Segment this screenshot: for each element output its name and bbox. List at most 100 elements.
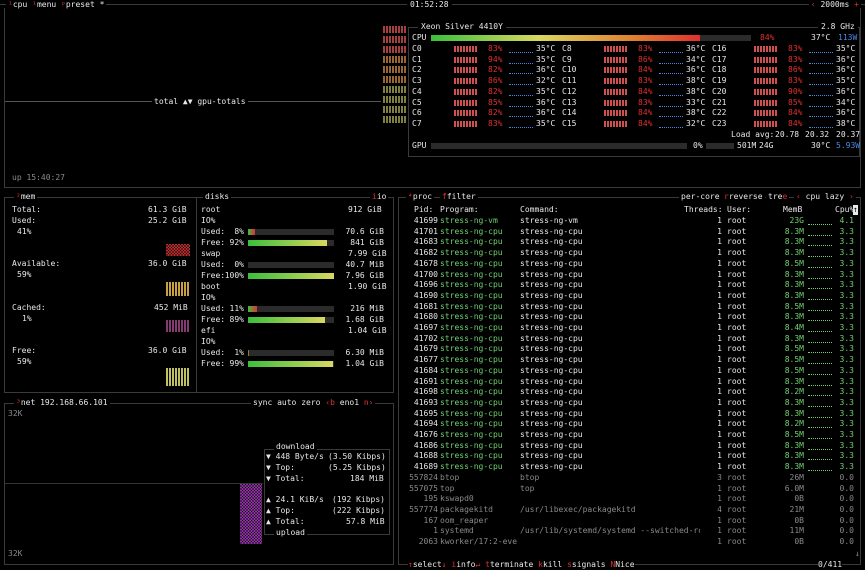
gpu-temp: 30°C — [811, 141, 831, 150]
row-pid: 41680 — [413, 312, 438, 322]
row-mem: 8.3M — [784, 269, 804, 279]
proc-tree[interactable]: tree — [766, 192, 790, 202]
row-threads: 1 — [717, 419, 722, 429]
disk-free-label: Free: — [201, 359, 226, 368]
col-user[interactable]: User: — [727, 205, 751, 215]
row-threads: 3 — [717, 472, 722, 482]
mem-total-label: Total: — [12, 205, 41, 214]
core-graph — [754, 110, 778, 117]
row-command: btop — [520, 472, 540, 482]
net-ul-total-row: ▲ Total: — [266, 517, 305, 526]
proc-scroll-down[interactable]: ↓ — [855, 549, 860, 559]
row-threads: 1 — [717, 462, 722, 472]
row-program: stress-ng-cpu — [440, 269, 503, 279]
row-user: root — [727, 376, 747, 386]
core-label: C21 — [712, 97, 727, 107]
net-ul-top-row: ▲ Top: — [266, 506, 295, 515]
mem-cached-graph — [166, 320, 190, 332]
row-cpu: 3.3 — [839, 290, 854, 300]
col-cpu[interactable]: Cpu% — [835, 205, 854, 215]
core-label: C6 — [412, 108, 422, 118]
core-temp: 35°C — [836, 76, 856, 86]
row-cpu-graph — [808, 405, 832, 407]
core-pct: 82% — [488, 108, 503, 118]
row-user: root — [727, 419, 747, 429]
core-temp-graph — [659, 105, 683, 107]
disk-used-label: Used: — [201, 260, 226, 269]
core-temp: 33°C — [686, 97, 706, 107]
net-sync[interactable]: sync — [253, 398, 272, 407]
proc-scroll-up[interactable]: ↑ — [853, 205, 858, 215]
row-cpu-graph — [808, 255, 832, 258]
row-threads: 1 — [717, 226, 722, 236]
cpu-mini-graph — [383, 96, 407, 103]
proc-reverse[interactable]: rreverse — [722, 192, 765, 202]
row-user: root — [727, 226, 747, 236]
core-pct: 84% — [638, 65, 653, 75]
net-scale-bottom: 32K — [8, 549, 23, 558]
row-user: root — [727, 355, 747, 365]
col-program[interactable]: Program: — [440, 205, 479, 215]
core-temp: 35°C — [536, 44, 556, 53]
row-user: root — [727, 408, 747, 418]
cpu-graph-mode[interactable]: total ▲▼ gpu-totals — [152, 97, 248, 107]
core-temp-graph — [509, 105, 533, 107]
gpu-mem: 501M — [737, 141, 757, 150]
row-cpu-graph — [808, 298, 832, 300]
net-title[interactable]: ³net 192.168.66.101 — [14, 398, 110, 408]
core-label: C10 — [562, 65, 577, 75]
proc-filter[interactable]: ffilter — [440, 192, 478, 202]
load-avg-1: 20.78 — [775, 130, 800, 139]
core-pct: 83% — [488, 118, 503, 128]
net-download-label: download — [274, 442, 317, 452]
col-mem[interactable]: MemB — [783, 205, 802, 215]
net-next-iface[interactable]: n› — [364, 398, 374, 407]
row-program: stress-ng-cpu — [440, 387, 503, 397]
core-label: C15 — [562, 118, 577, 128]
proc-sort[interactable]: ‹ cpu lazy › — [794, 192, 856, 202]
row-cpu-graph — [808, 266, 832, 268]
row-mem: 8.5M — [784, 344, 804, 354]
net-zero[interactable]: zero — [301, 398, 320, 407]
core-temp: 36°C — [836, 108, 856, 118]
row-threads: 1 — [717, 387, 722, 397]
disk-free-bar — [248, 317, 334, 323]
core-temp-graph — [809, 72, 833, 75]
col-pid[interactable]: Pid: — [414, 205, 433, 215]
disk-io: IO% — [201, 216, 216, 225]
row-cpu-graph — [808, 362, 832, 365]
row-program: stress-ng-cpu — [440, 451, 503, 461]
core-temp: 34°C — [686, 54, 706, 64]
disk-used-pct: 8% — [234, 227, 244, 236]
net-prev-iface[interactable]: ‹b — [325, 398, 335, 407]
proc-per-core[interactable]: per-core — [679, 192, 722, 202]
core-label: C16 — [712, 44, 727, 53]
col-threads[interactable]: Threads: — [684, 205, 723, 215]
row-pid: 41695 — [413, 408, 438, 418]
core-temp-graph — [659, 83, 683, 86]
disk-io: IO% — [201, 293, 216, 302]
mem-cached-pct: 1% — [22, 314, 32, 323]
gpu-bar — [431, 143, 687, 149]
net-auto[interactable]: auto — [277, 398, 296, 407]
row-threads: 4 — [717, 504, 722, 514]
row-mem: 0B — [794, 515, 804, 525]
row-cpu: 3.3 — [839, 269, 854, 279]
row-threads: 1 — [717, 323, 722, 332]
mem-free-label: Free: — [12, 346, 37, 355]
core-label: C7 — [412, 118, 422, 128]
disk-free-bar-fill — [248, 273, 334, 279]
row-cpu: 3.3 — [839, 376, 854, 386]
proc-title[interactable]: ⁴proc — [406, 192, 435, 202]
core-graph — [754, 120, 778, 127]
row-cpu: 3.3 — [839, 440, 854, 450]
disks-title[interactable]: disks — [203, 192, 232, 202]
row-pid: 41676 — [413, 430, 438, 439]
row-cpu-graph — [808, 244, 832, 247]
row-program: stress-ng-cpu — [440, 301, 503, 311]
disks-io-toggle[interactable]: iio — [370, 192, 389, 202]
mem-title[interactable]: ²mem — [14, 192, 38, 202]
row-user: root — [727, 494, 747, 504]
col-command[interactable]: Command: — [520, 205, 559, 215]
row-cpu: 3.3 — [839, 280, 854, 290]
